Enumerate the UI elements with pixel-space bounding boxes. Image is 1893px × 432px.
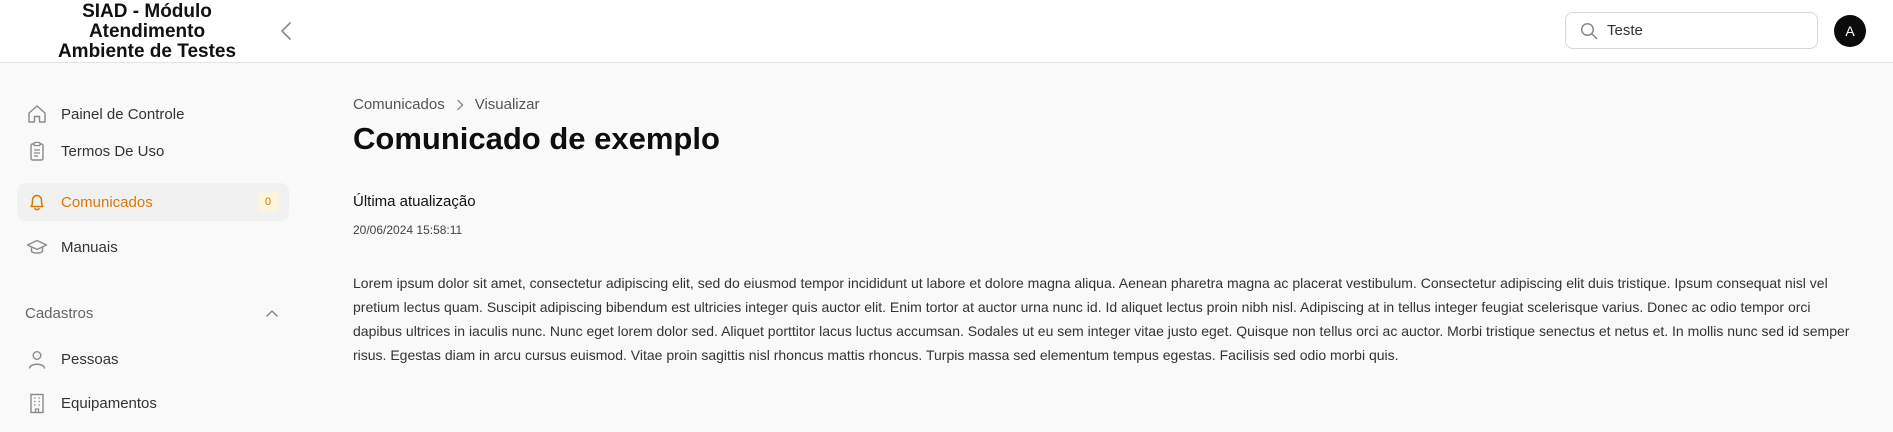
sidebar-item-comunicados[interactable]: Comunicados 0 — [17, 183, 289, 221]
clipboard-icon — [26, 140, 48, 162]
sidebar-item-termos-de-uso[interactable]: Termos De Uso — [17, 132, 289, 170]
search-icon — [1580, 22, 1598, 40]
sidebar-item-painel-de-controle[interactable]: Painel de Controle — [17, 95, 289, 133]
last-updated-label: Última atualização — [353, 193, 476, 210]
sidebar-item-manuais[interactable]: Manuais — [17, 228, 289, 266]
sidebar-item-label: Equipamentos — [61, 394, 157, 412]
user-avatar[interactable]: A — [1834, 15, 1866, 47]
sidebar-item-label: Pessoas — [61, 350, 119, 368]
last-updated-value: 20/06/2024 15:58:11 — [353, 223, 463, 237]
brand-line: SIAD - Módulo — [82, 1, 212, 22]
search-field[interactable] — [1565, 12, 1818, 49]
sidebar-group-label: Cadastros — [25, 304, 94, 322]
breadcrumb: Comunicados Visualizar — [353, 96, 539, 113]
sidebar-item-label: Painel de Controle — [61, 105, 185, 123]
sidebar-group-cadastros[interactable]: Cadastros — [25, 303, 279, 323]
sidebar: Painel de Controle Termos De Uso Comunic… — [0, 63, 300, 432]
building-icon — [26, 392, 48, 414]
sidebar-item-equipamentos[interactable]: Equipamentos — [17, 384, 289, 422]
top-bar: SIAD - Módulo Atendimento Ambiente de Te… — [0, 0, 1893, 63]
home-icon — [26, 103, 48, 125]
announcement-body: Lorem ipsum dolor sit amet, consectetur … — [353, 275, 1850, 363]
count-badge: 0 — [257, 192, 279, 212]
bell-icon — [26, 191, 48, 213]
page-title: Comunicado de exemplo — [353, 121, 720, 156]
breadcrumb-link-comunicados[interactable]: Comunicados — [353, 96, 445, 113]
breadcrumb-current: Visualizar — [474, 96, 540, 113]
sidebar-item-label: Comunicados — [61, 193, 153, 211]
graduation-cap-icon — [26, 236, 48, 258]
collapse-sidebar-button[interactable] — [276, 19, 296, 43]
chevron-up-icon — [266, 310, 278, 317]
sidebar-item-label: Termos De Uso — [61, 142, 165, 160]
sidebar-item-label: Manuais — [61, 238, 118, 256]
app-brand: SIAD - Módulo Atendimento Ambiente de Te… — [40, 2, 254, 62]
search-input[interactable] — [1607, 22, 1797, 39]
brand-line: Atendimento — [88, 21, 206, 42]
user-icon — [26, 348, 48, 370]
chevron-left-icon — [281, 22, 291, 40]
chevron-right-icon — [455, 99, 465, 111]
sidebar-item-pessoas[interactable]: Pessoas — [17, 340, 289, 378]
brand-line: Ambiente de Testes — [57, 41, 237, 62]
